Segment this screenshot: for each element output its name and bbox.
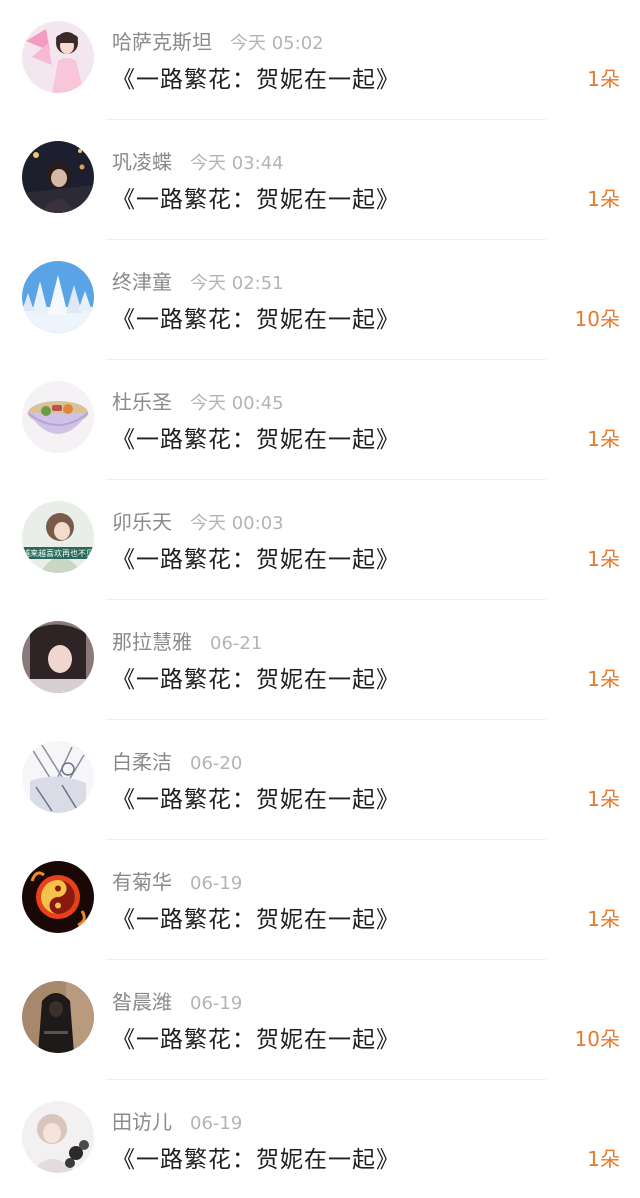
- timestamp: 06-20: [190, 753, 243, 774]
- list-item[interactable]: 田访儿 06-19 《一路繁花：贺妮在一起》 1朵: [0, 1080, 640, 1198]
- list-item[interactable]: 杜乐圣 今天 00:45 《一路繁花：贺妮在一起》 1朵: [0, 360, 640, 480]
- user-name[interactable]: 昝晨潍: [112, 986, 172, 1015]
- gift-amount: 1朵: [587, 1147, 620, 1171]
- avatar-caption-text: 越来越喜欢再也不见: [22, 548, 94, 558]
- gift-amount: 1朵: [587, 787, 620, 811]
- anime-sketch-avatar: [22, 741, 94, 813]
- dark-hair-portrait-avatar: [22, 621, 94, 693]
- item-meta: 哈萨克斯坦 今天 05:02: [112, 26, 324, 54]
- book-title[interactable]: 《一路繁花：贺妮在一起》: [112, 60, 400, 94]
- item-meta: 昝晨潍 06-19: [112, 986, 242, 1014]
- book-title[interactable]: 《一路繁花：贺妮在一起》: [112, 420, 400, 454]
- list-item[interactable]: 哈萨克斯坦 今天 05:02 《一路繁花：贺妮在一起》 1朵: [0, 0, 640, 120]
- avatar[interactable]: [22, 621, 94, 693]
- book-title[interactable]: 《一路繁花：贺妮在一起》: [112, 1020, 400, 1054]
- timestamp: 06-19: [190, 993, 243, 1014]
- list-item[interactable]: 越来越喜欢再也不见 卯乐天 今天 00:03 《一路繁花：贺妮在一起》 1朵: [0, 480, 640, 600]
- gift-amount: 1朵: [587, 907, 620, 931]
- list-item[interactable]: 白柔洁 06-20 《一路繁花：贺妮在一起》 1朵: [0, 720, 640, 840]
- timestamp: 今天 03:44: [190, 153, 284, 174]
- timestamp: 今天 00:45: [190, 393, 284, 414]
- snowy-forest-avatar: [22, 261, 94, 333]
- list-item[interactable]: 昝晨潍 06-19 《一路繁花：贺妮在一起》 10朵: [0, 960, 640, 1080]
- user-name[interactable]: 终津童: [112, 266, 172, 295]
- gift-amount: 1朵: [587, 187, 620, 211]
- list-item[interactable]: 那拉慧雅 06-21 《一路繁花：贺妮在一起》 1朵: [0, 600, 640, 720]
- book-title[interactable]: 《一路繁花：贺妮在一起》: [112, 780, 400, 814]
- gift-amount: 1朵: [587, 427, 620, 451]
- girl-with-text-banner-avatar: 越来越喜欢再也不见: [22, 501, 94, 573]
- timestamp: 今天 02:51: [190, 273, 284, 294]
- avatar[interactable]: [22, 741, 94, 813]
- item-meta: 卯乐天 今天 00:03: [112, 506, 284, 534]
- timestamp: 06-21: [210, 633, 263, 654]
- item-meta: 那拉慧雅 06-21: [112, 626, 262, 654]
- item-meta: 杜乐圣 今天 00:45: [112, 386, 284, 414]
- gift-amount: 1朵: [587, 547, 620, 571]
- user-name[interactable]: 卯乐天: [112, 506, 172, 535]
- avatar[interactable]: [22, 141, 94, 213]
- avatar[interactable]: 越来越喜欢再也不见: [22, 501, 94, 573]
- item-meta: 有菊华 06-19: [112, 866, 242, 894]
- gift-amount: 10朵: [574, 1027, 620, 1051]
- book-title[interactable]: 《一路繁花：贺妮在一起》: [112, 1140, 400, 1174]
- gift-amount: 1朵: [587, 67, 620, 91]
- book-title[interactable]: 《一路繁花：贺妮在一起》: [112, 660, 400, 694]
- list-item[interactable]: 有菊华 06-19 《一路繁花：贺妮在一起》 1朵: [0, 840, 640, 960]
- timestamp: 今天 05:02: [230, 33, 324, 54]
- pink-girl-avatar: [22, 21, 94, 93]
- item-meta: 巩凌蝶 今天 03:44: [112, 146, 284, 174]
- fire-yinyang-avatar: [22, 861, 94, 933]
- avatar[interactable]: [22, 261, 94, 333]
- timestamp: 06-19: [190, 1113, 243, 1134]
- user-name[interactable]: 有菊华: [112, 866, 172, 895]
- timestamp: 06-19: [190, 873, 243, 894]
- girl-with-flowers-avatar: [22, 1101, 94, 1173]
- book-title[interactable]: 《一路繁花：贺妮在一起》: [112, 300, 400, 334]
- user-name[interactable]: 白柔洁: [112, 746, 172, 775]
- book-title[interactable]: 《一路繁花：贺妮在一起》: [112, 540, 400, 574]
- avatar[interactable]: [22, 21, 94, 93]
- noodle-bowl-avatar: [22, 381, 94, 453]
- night-city-girl-avatar: [22, 141, 94, 213]
- item-meta: 田访儿 06-19: [112, 1106, 242, 1134]
- list-item[interactable]: 巩凌蝶 今天 03:44 《一路繁花：贺妮在一起》 1朵: [0, 120, 640, 240]
- user-name[interactable]: 那拉慧雅: [112, 626, 192, 655]
- gift-record-list: 哈萨克斯坦 今天 05:02 《一路繁花：贺妮在一起》 1朵 巩凌蝶 今天 03…: [0, 0, 640, 1198]
- user-name[interactable]: 哈萨克斯坦: [112, 26, 212, 55]
- book-title[interactable]: 《一路繁花：贺妮在一起》: [112, 900, 400, 934]
- list-item[interactable]: 终津童 今天 02:51 《一路繁花：贺妮在一起》 10朵: [0, 240, 640, 360]
- hooded-figure-avatar: [22, 981, 94, 1053]
- item-meta: 终津童 今天 02:51: [112, 266, 284, 294]
- avatar[interactable]: [22, 381, 94, 453]
- user-name[interactable]: 巩凌蝶: [112, 146, 172, 175]
- gift-amount: 1朵: [587, 667, 620, 691]
- item-meta: 白柔洁 06-20: [112, 746, 242, 774]
- avatar[interactable]: [22, 981, 94, 1053]
- avatar[interactable]: [22, 861, 94, 933]
- user-name[interactable]: 田访儿: [112, 1106, 172, 1135]
- user-name[interactable]: 杜乐圣: [112, 386, 172, 415]
- gift-amount: 10朵: [574, 307, 620, 331]
- timestamp: 今天 00:03: [190, 513, 284, 534]
- avatar[interactable]: [22, 1101, 94, 1173]
- book-title[interactable]: 《一路繁花：贺妮在一起》: [112, 180, 400, 214]
